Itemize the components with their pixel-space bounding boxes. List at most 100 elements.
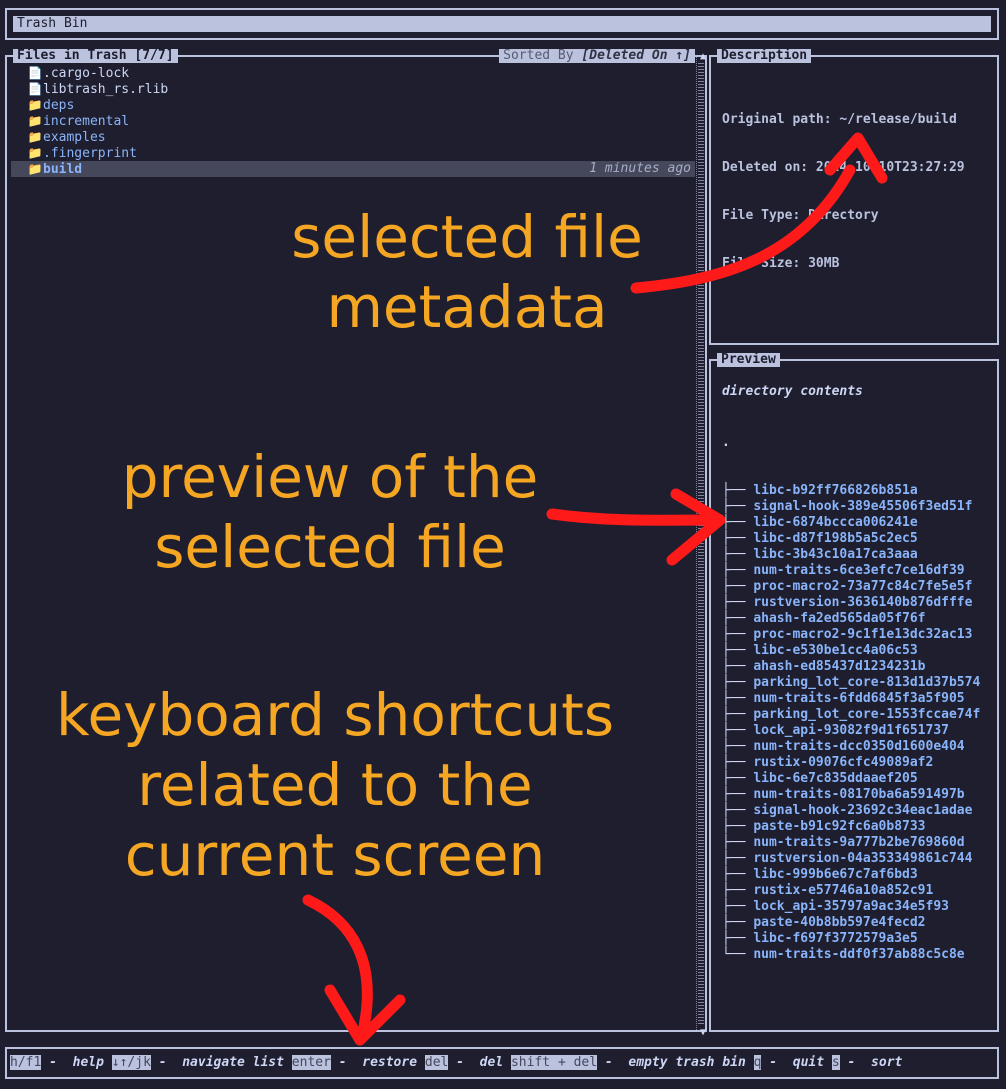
- tree-entry: ├── libc-d87f198b5a5c2ec5: [722, 531, 980, 547]
- preview-panel: Preview directory contents . ├── libc-b9…: [709, 353, 999, 1032]
- shortcut-key: s: [831, 1055, 840, 1070]
- file-name: libtrash_rs.rlib: [43, 82, 169, 97]
- description-panel-title: Description: [717, 49, 812, 63]
- folder-icon: 📁: [27, 130, 43, 144]
- tree-entry: ├── rustversion-3636140b876dfffe: [722, 595, 980, 611]
- tree-entry: ├── proc-macro2-9c1f1e13dc32ac13: [722, 627, 980, 643]
- tree-branch: ├──: [722, 835, 754, 850]
- tree-entry: ├── num-traits-6ce3efc7ce16df39: [722, 563, 980, 579]
- tree-branch: ├──: [722, 659, 754, 674]
- file-list-item[interactable]: 📁.fingerprint: [11, 145, 695, 161]
- tree-branch: ├──: [722, 595, 754, 610]
- shortcut-key: del: [424, 1055, 449, 1070]
- shortcut-separator: -: [761, 1055, 793, 1070]
- file-name: build: [43, 162, 83, 177]
- tree-entry: ├── libc-b92ff766826b851a: [722, 483, 980, 499]
- shortcut-separator: -: [330, 1055, 363, 1070]
- shortcut-separator: -: [150, 1055, 183, 1070]
- tree-entry: ├── rustix-09076cfc49089af2: [722, 755, 980, 771]
- tree-branch: ├──: [722, 899, 754, 914]
- tree-entry-name: libc-f697f3772579a3e5: [753, 931, 918, 946]
- scroll-down-icon[interactable]: ▼: [700, 1027, 706, 1038]
- tree-entry: ├── libc-f697f3772579a3e5: [722, 931, 980, 947]
- shortcut-list: h/f1 - help ↓↑/jk - navigate list enter …: [10, 1055, 910, 1071]
- tree-entry: ├── rustversion-04a353349861c744: [722, 851, 980, 867]
- tree-entry-name: libc-e530be1cc4a06c53: [753, 643, 918, 658]
- tree-branch: ├──: [722, 611, 754, 626]
- tree-entry: ├── libc-6e7c835ddaaef205: [722, 771, 980, 787]
- tree-branch: ├──: [722, 771, 754, 786]
- tree-entry: ├── libc-e530be1cc4a06c53: [722, 643, 980, 659]
- tree-branch: ├──: [722, 515, 754, 530]
- file-name: .cargo-lock: [43, 66, 130, 81]
- scrollbar[interactable]: ▲ ▼: [696, 51, 706, 1038]
- folder-icon: 📁: [27, 146, 43, 160]
- tree-entry: ├── signal-hook-389e45506f3ed51f: [722, 499, 980, 515]
- tree-entry: ├── signal-hook-23692c34eac1adae: [722, 803, 980, 819]
- scroll-up-icon[interactable]: ▲: [700, 51, 706, 62]
- tree-branch: ├──: [722, 723, 754, 738]
- annotation-metadata: selected file metadata: [291, 203, 643, 341]
- deleted-ago: 1 minutes ago: [589, 161, 691, 176]
- scroll-track[interactable]: [698, 63, 704, 1024]
- file-name: examples: [43, 130, 106, 145]
- shortcut-bar: h/f1 - help ↓↑/jk - navigate list enter …: [5, 1047, 999, 1079]
- file-list-item[interactable]: 📁incremental: [11, 113, 695, 129]
- tree-entry-name: signal-hook-389e45506f3ed51f: [753, 499, 973, 514]
- tree-entry: ├── ahash-fa2ed565da05f76f: [722, 611, 980, 627]
- folder-icon: 📁: [27, 98, 43, 112]
- tree-entry-name: rustix-09076cfc49089af2: [753, 755, 934, 770]
- file-type: File Type: Directory: [722, 208, 879, 223]
- file-list-item[interactable]: 📄libtrash_rs.rlib: [11, 81, 695, 97]
- tree-entry-name: ahash-fa2ed565da05f76f: [753, 611, 926, 626]
- file-list-item[interactable]: 📁build 1 minutes ago: [11, 161, 695, 177]
- tree-branch: ├──: [722, 787, 754, 802]
- tree-entry: ├── libc-3b43c10a17ca3aaa: [722, 547, 980, 563]
- tree-branch: ├──: [722, 675, 754, 690]
- tree-entry-name: num-traits-ddf0f37ab88c5c8e: [753, 947, 965, 962]
- sort-indicator[interactable]: Sorted By [Deleted On ↑]: [499, 49, 695, 63]
- tree-branch: ├──: [722, 883, 754, 898]
- tree-branch: ├──: [722, 691, 754, 706]
- shortcut-label: quit: [792, 1055, 825, 1070]
- tree-entry-name: libc-b92ff766826b851a: [753, 483, 918, 498]
- tree-entry-name: parking_lot_core-813d1d37b574: [753, 675, 981, 690]
- tree-entry-name: parking_lot_core-1553fccae74f: [753, 707, 981, 722]
- shortcut-key: ↓↑/jk: [111, 1055, 151, 1070]
- tree-branch: ├──: [722, 915, 754, 930]
- tree-entry-name: proc-macro2-73a77c84c7fe5e5f: [753, 579, 973, 594]
- directory-tree: . ├── libc-b92ff766826b851a ├── signal-ho…: [722, 403, 980, 963]
- description-panel: Description Original path: ~/release/bui…: [709, 49, 999, 345]
- shortcut-key: shift + del: [510, 1055, 598, 1070]
- shortcut-key: h/f1: [10, 1055, 42, 1070]
- tree-branch: ├──: [722, 531, 754, 546]
- file-list-item[interactable]: 📁examples: [11, 129, 695, 145]
- file-list-item[interactable]: 📁deps: [11, 97, 695, 113]
- original-path: Original path: ~/release/build: [722, 112, 957, 127]
- tree-entry-name: libc-6874bccca006241e: [753, 515, 918, 530]
- tree-entry: ├── lock_api-35797a9ac34e5f93: [722, 899, 980, 915]
- tree-entry-name: num-traits-6fdd6845f3a5f905: [753, 691, 965, 706]
- annotation-preview: preview of the selected file: [121, 443, 539, 581]
- tree-entry-name: libc-3b43c10a17ca3aaa: [753, 547, 918, 562]
- tree-entry: ├── ahash-ed85437d1234231b: [722, 659, 980, 675]
- tree-entry-name: paste-40b8bb597e4fecd2: [753, 915, 926, 930]
- tree-branch: ├──: [722, 851, 754, 866]
- preview-subtitle: directory contents: [722, 384, 863, 399]
- file-metadata: Original path: ~/release/build Deleted o…: [722, 80, 965, 304]
- shortcut-label: sort: [871, 1055, 903, 1070]
- tree-entry-name: signal-hook-23692c34eac1adae: [753, 803, 973, 818]
- shortcut-separator: -: [41, 1055, 73, 1070]
- tree-branch: ├──: [722, 563, 754, 578]
- deleted-on: Deleted on: 2024-10-10T23:27:29: [722, 160, 965, 175]
- tree-entry: ├── paste-b91c92fc6a0b8733: [722, 819, 980, 835]
- tree-root: .: [722, 435, 730, 450]
- tree-entry-name: num-traits-08170ba6a591497b: [753, 787, 965, 802]
- tree-entry: ├── libc-999b6e67c7af6bd3: [722, 867, 980, 883]
- sort-prefix: Sorted By: [503, 48, 582, 63]
- tree-entry-name: num-traits-dcc0350d1600e404: [753, 739, 965, 754]
- shortcut-label: del: [479, 1055, 504, 1070]
- file-list-item[interactable]: 📄.cargo-lock: [11, 65, 695, 81]
- tree-entry-name: ahash-ed85437d1234231b: [753, 659, 926, 674]
- tree-entry-name: lock_api-35797a9ac34e5f93: [753, 899, 949, 914]
